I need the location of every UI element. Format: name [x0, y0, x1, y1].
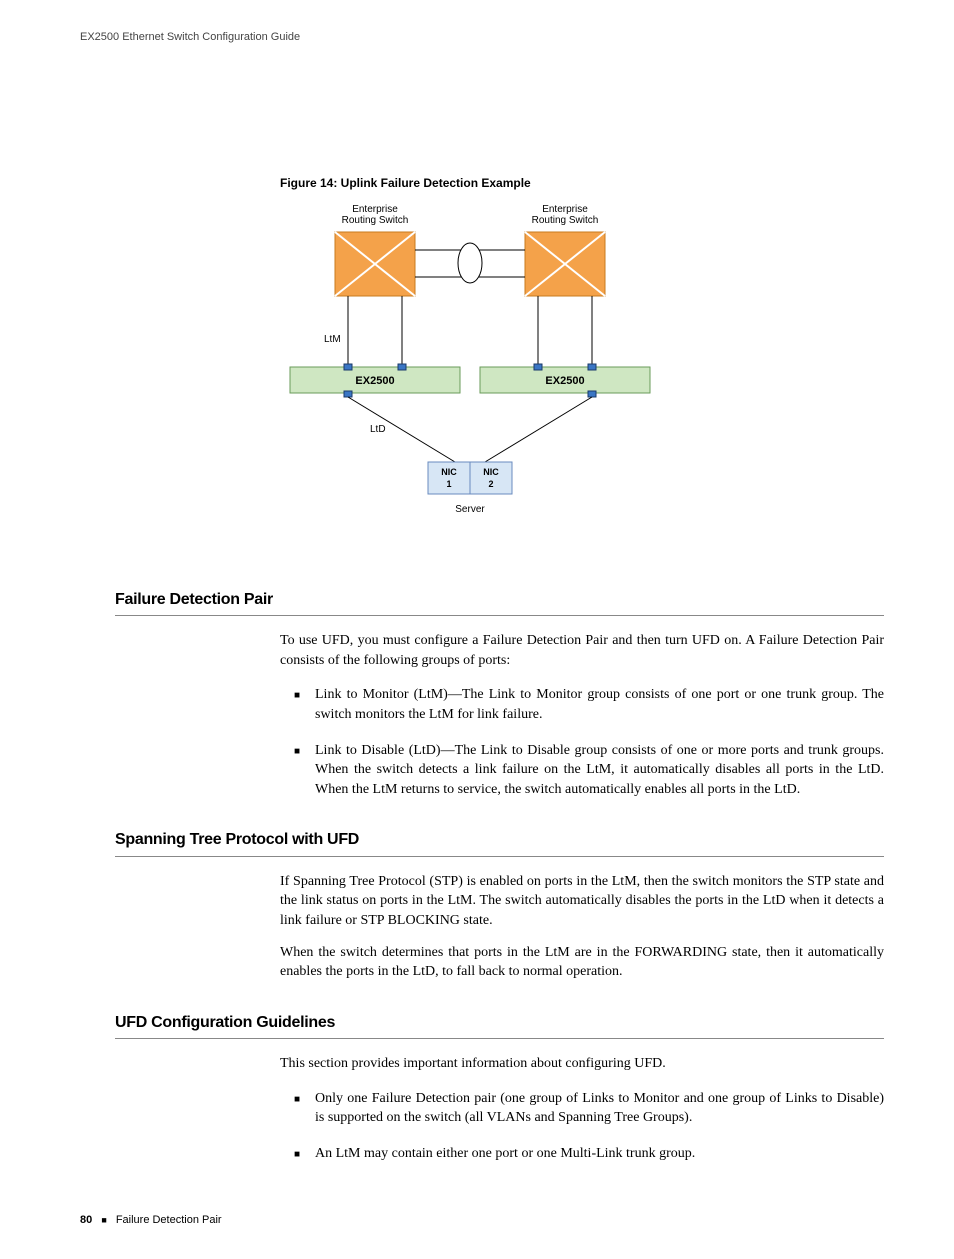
svg-text:Routing Switch: Routing Switch — [342, 215, 409, 226]
list-item: Link to Disable (LtD)—The Link to Disabl… — [305, 741, 884, 800]
svg-text:EX2500: EX2500 — [545, 375, 584, 387]
heading-ufd-guidelines: UFD Configuration Guidelines — [115, 1012, 884, 1039]
body-text: This section provides important informat… — [280, 1054, 884, 1074]
running-header: EX2500 Ethernet Switch Configuration Gui… — [80, 30, 884, 45]
svg-text:1: 1 — [446, 479, 451, 489]
page-footer: 80 ■ Failure Detection Pair — [80, 1213, 884, 1228]
figure-diagram: Enterprise Routing Switch Enterprise Rou… — [280, 202, 884, 549]
heading-spanning-tree: Spanning Tree Protocol with UFD — [115, 829, 884, 856]
svg-text:LtD: LtD — [370, 424, 386, 435]
body-text: To use UFD, you must configure a Failure… — [280, 631, 884, 670]
svg-text:Routing Switch: Routing Switch — [532, 215, 599, 226]
page-number: 80 — [80, 1214, 92, 1226]
body-text: When the switch determines that ports in… — [280, 943, 884, 982]
bullet-list: Link to Monitor (LtM)—The Link to Monito… — [280, 685, 884, 799]
body-text: If Spanning Tree Protocol (STP) is enabl… — [280, 872, 884, 931]
svg-text:2: 2 — [488, 479, 493, 489]
figure-caption: Figure 14: Uplink Failure Detection Exam… — [280, 175, 884, 192]
svg-text:LtM: LtM — [324, 334, 341, 345]
svg-text:EX2500: EX2500 — [355, 375, 394, 387]
svg-text:Enterprise: Enterprise — [352, 204, 398, 215]
svg-text:NIC: NIC — [441, 467, 457, 477]
svg-text:NIC: NIC — [483, 467, 499, 477]
footer-section-name: Failure Detection Pair — [116, 1214, 222, 1226]
footer-separator-icon: ■ — [95, 1215, 112, 1225]
heading-failure-detection-pair: Failure Detection Pair — [115, 589, 884, 616]
list-item: An LtM may contain either one port or on… — [305, 1144, 884, 1164]
svg-text:Server: Server — [455, 504, 485, 515]
list-item: Only one Failure Detection pair (one gro… — [305, 1089, 884, 1128]
svg-text:Enterprise: Enterprise — [542, 204, 588, 215]
bullet-list: Only one Failure Detection pair (one gro… — [280, 1089, 884, 1164]
list-item: Link to Monitor (LtM)—The Link to Monito… — [305, 685, 884, 724]
